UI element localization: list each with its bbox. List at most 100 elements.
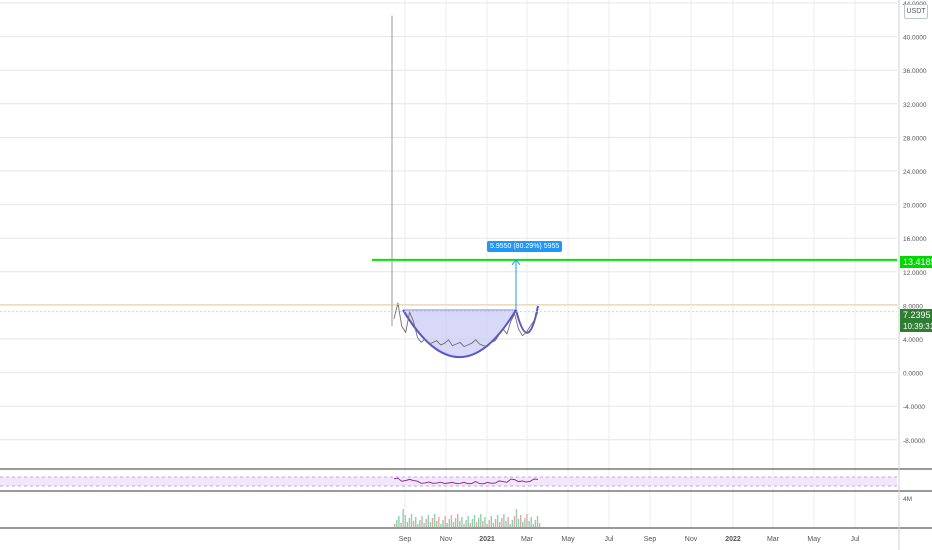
volume-bar — [396, 520, 398, 527]
countdown-badge: 10:39:31 — [900, 321, 932, 332]
volume-bar — [488, 520, 490, 527]
volume-bar — [417, 524, 419, 527]
y-tick-label: 20.0000 — [903, 203, 927, 210]
volume-bar — [448, 519, 450, 527]
y-tick-label: 36.0000 — [903, 68, 927, 75]
volume-bar — [534, 520, 537, 527]
volume-bar — [463, 524, 465, 527]
volume-bar — [394, 524, 396, 527]
volume-bar — [526, 514, 528, 527]
volume-tick-label: 4M — [903, 496, 912, 503]
volume-bar — [480, 514, 482, 527]
volume-bar — [431, 518, 434, 527]
volume-bar — [490, 516, 492, 527]
x-tick-label: 2021 — [479, 536, 495, 543]
volume-bar — [517, 519, 520, 527]
volume-bar — [486, 524, 488, 527]
volume-bar — [505, 521, 507, 527]
y-tick-label: 24.0000 — [903, 169, 927, 176]
volume-bar — [520, 515, 522, 527]
volume-bar — [475, 522, 478, 527]
x-tick-label: Mar — [767, 536, 780, 543]
y-tick-label: 40.0000 — [903, 35, 927, 42]
volume-bar — [398, 516, 400, 527]
volume-bar — [427, 515, 429, 527]
x-tick-label: Jul — [851, 536, 860, 543]
volume-pane — [394, 509, 541, 527]
overlays — [0, 258, 897, 313]
volume-bar — [515, 509, 518, 527]
rsi-band — [0, 477, 897, 486]
volume-bar — [484, 517, 486, 527]
volume-bar — [499, 522, 501, 527]
x-tick-label: Jul — [605, 536, 614, 543]
volume-bar — [532, 524, 534, 527]
y-tick-label: 28.0000 — [903, 135, 927, 142]
time-axis: Sep Nov 2021 Mar May Jul Sep Nov 2022 Mar May Jul — [399, 536, 860, 543]
y-tick-label: 0.0000 — [903, 371, 923, 378]
volume-bar — [450, 515, 453, 527]
volume-bar — [406, 522, 408, 527]
volume-bar — [469, 523, 471, 527]
volume-bar — [400, 523, 402, 527]
horizontal-line-price-badge: 13.4185 — [900, 256, 932, 268]
y-tick-label: 32.0000 — [903, 102, 927, 109]
volume-bar — [433, 514, 436, 527]
volume-bar — [412, 521, 415, 527]
volume-bar — [492, 523, 495, 527]
volume-bar — [452, 522, 455, 527]
volume-bar — [465, 520, 467, 527]
volume-bar — [522, 522, 524, 527]
x-tick-label: May — [807, 536, 821, 543]
volume-bar — [410, 514, 413, 527]
volume-bar — [429, 522, 432, 527]
volume-bar — [513, 516, 516, 527]
y-tick-label: -8.0000 — [903, 438, 925, 445]
volume-bar — [536, 516, 539, 527]
volume-bar — [438, 517, 440, 527]
volume-bar — [442, 520, 444, 527]
volume-bar — [524, 518, 526, 527]
grid — [0, 0, 932, 529]
currency-button[interactable]: USDT — [904, 4, 928, 19]
x-tick-label: 2022 — [725, 536, 741, 543]
x-tick-label: Sep — [399, 536, 412, 543]
volume-bar — [501, 518, 503, 527]
y-tick-label: 16.0000 — [903, 236, 927, 243]
volume-bar — [404, 515, 406, 527]
volume-bar — [511, 520, 513, 527]
y-tick-label: 12.0000 — [903, 270, 927, 277]
volume-bar — [494, 519, 497, 527]
volume-bar — [454, 518, 457, 527]
chart-root: 44.000040.000036.000032.000028.000024.00… — [0, 0, 932, 550]
cup-pattern — [402, 305, 539, 359]
volume-bar — [415, 517, 417, 527]
volume-bar — [467, 516, 469, 527]
volume-bar — [509, 524, 511, 527]
volume-bar — [402, 509, 404, 527]
volume-bar — [459, 521, 461, 527]
volume-bar — [503, 514, 505, 527]
volume-bar — [461, 517, 463, 527]
volume-bar — [408, 518, 411, 527]
volume-bar — [507, 517, 509, 527]
volume-bar — [478, 518, 480, 527]
x-tick-label: May — [561, 536, 575, 543]
volume-bar — [436, 521, 438, 527]
volume-bar — [457, 514, 459, 527]
x-tick-label: Sep — [644, 536, 657, 543]
volume-bar — [421, 516, 423, 527]
volume-bar — [496, 515, 499, 527]
last-price-badge: 7.2395 — [900, 309, 932, 321]
x-tick-label: Nov — [685, 536, 698, 543]
rsi-pane — [0, 476, 897, 487]
volume-bar — [538, 523, 541, 527]
volume-bar — [440, 524, 442, 527]
measure-label: 5.9550 (80.29%) 5955 — [487, 241, 563, 252]
volume-bar — [423, 523, 425, 527]
volume-bar — [419, 520, 421, 527]
price-chart[interactable]: 44.000040.000036.000032.000028.000024.00… — [0, 0, 932, 550]
volume-bar — [482, 521, 484, 527]
y-tick-label: 4.0000 — [903, 337, 923, 344]
volume-bar — [473, 515, 476, 527]
